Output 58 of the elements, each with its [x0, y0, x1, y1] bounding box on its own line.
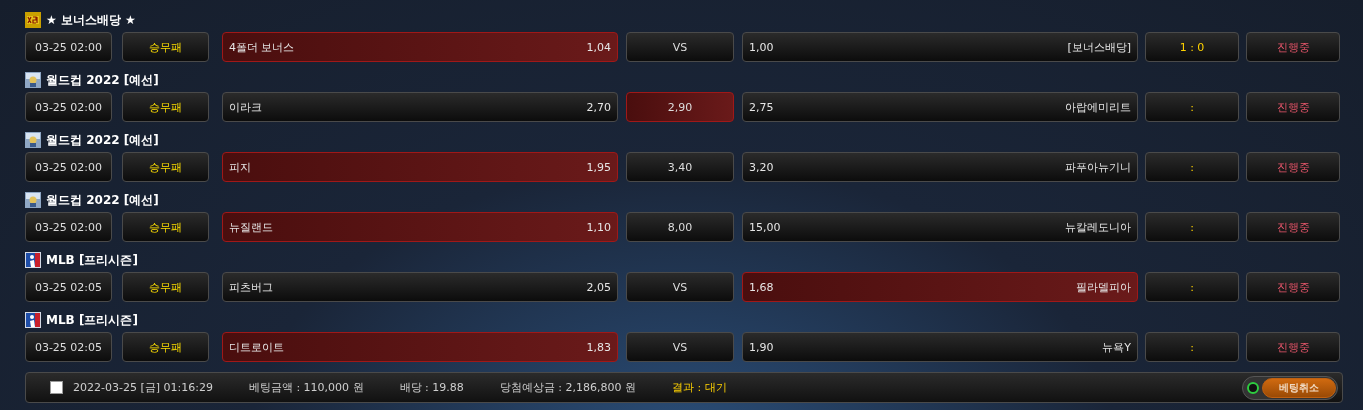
league-title: ★ 보너스배당 ★	[46, 11, 136, 29]
score-display: :	[1145, 212, 1239, 242]
bonus-badge-icon	[25, 12, 41, 28]
away-odds-button[interactable]: 15,00 뉴칼레도니아	[742, 212, 1138, 242]
match-time: 03-25 02:00	[25, 92, 112, 122]
home-odds-button[interactable]: 이라크 2,70	[222, 92, 618, 122]
status-label: 진행중	[1246, 332, 1340, 362]
league-title: 월드컵 2022 [예선]	[46, 71, 159, 89]
draw-odds-button[interactable]: VS	[626, 332, 734, 362]
bet-datetime: 2022-03-25 [금] 01:16:29	[73, 380, 213, 395]
home-odds-button[interactable]: 피지 1,95	[222, 152, 618, 182]
status-dot-icon	[1247, 381, 1259, 394]
score-display: :	[1145, 332, 1239, 362]
away-odds-button[interactable]: 1,68 필라델피아	[742, 272, 1138, 302]
home-odds-button[interactable]: 피츠버그 2,05	[222, 272, 618, 302]
away-odds-button[interactable]: 1,00 [보너스배당]	[742, 32, 1138, 62]
league-title: MLB [프리시즌]	[46, 311, 138, 329]
bet-type-label: 승무패	[122, 92, 209, 122]
bet-type-label: 승무패	[122, 32, 209, 62]
status-label: 진행중	[1246, 272, 1340, 302]
score-display: :	[1145, 92, 1239, 122]
draw-odds-button[interactable]: VS	[626, 32, 734, 62]
bet-type-label: 승무패	[122, 212, 209, 242]
status-label: 진행중	[1246, 32, 1340, 62]
bet-amount: 베팅금액 : 110,000 원	[248, 380, 364, 395]
total-odds: 배당 : 19.88	[399, 380, 464, 395]
score-display: :	[1145, 152, 1239, 182]
home-odds-button[interactable]: 디트로이트 1,83	[222, 332, 618, 362]
status-label: 진행중	[1246, 92, 1340, 122]
bet-type-label: 승무패	[122, 152, 209, 182]
draw-odds-button[interactable]: VS	[626, 272, 734, 302]
status-label: 진행중	[1246, 152, 1340, 182]
checkbox[interactable]	[50, 381, 63, 394]
draw-odds-button[interactable]: 8,00	[626, 212, 734, 242]
match-time: 03-25 02:00	[25, 152, 112, 182]
baseball-logo-icon	[25, 312, 41, 328]
league-title: MLB [프리시즌]	[46, 251, 138, 269]
league-title: 월드컵 2022 [예선]	[46, 131, 159, 149]
away-odds-button[interactable]: 1,90 뉴욕Y	[742, 332, 1138, 362]
home-odds-button[interactable]: 4폴더 보너스 1,04	[222, 32, 618, 62]
bet-type-label: 승무패	[122, 332, 209, 362]
match-time: 03-25 02:05	[25, 272, 112, 302]
bet-type-label: 승무패	[122, 272, 209, 302]
draw-odds-button[interactable]: 3,40	[626, 152, 734, 182]
league-title: 월드컵 2022 [예선]	[46, 191, 159, 209]
draw-odds-button[interactable]: 2,90	[626, 92, 734, 122]
status-label: 진행중	[1246, 212, 1340, 242]
baseball-logo-icon	[25, 252, 41, 268]
match-time: 03-25 02:00	[25, 212, 112, 242]
score-display: 1 : 0	[1145, 32, 1239, 62]
match-time: 03-25 02:05	[25, 332, 112, 362]
bet-result: 결과 : 대기	[672, 380, 727, 395]
match-time: 03-25 02:00	[25, 32, 112, 62]
score-display: :	[1145, 272, 1239, 302]
home-odds-button[interactable]: 뉴질랜드 1,10	[222, 212, 618, 242]
away-odds-button[interactable]: 3,20 파푸아뉴기니	[742, 152, 1138, 182]
expected-winnings: 당첨예상금 : 2,186,800 원	[499, 380, 636, 395]
away-odds-button[interactable]: 2,75 아랍에미리트	[742, 92, 1138, 122]
